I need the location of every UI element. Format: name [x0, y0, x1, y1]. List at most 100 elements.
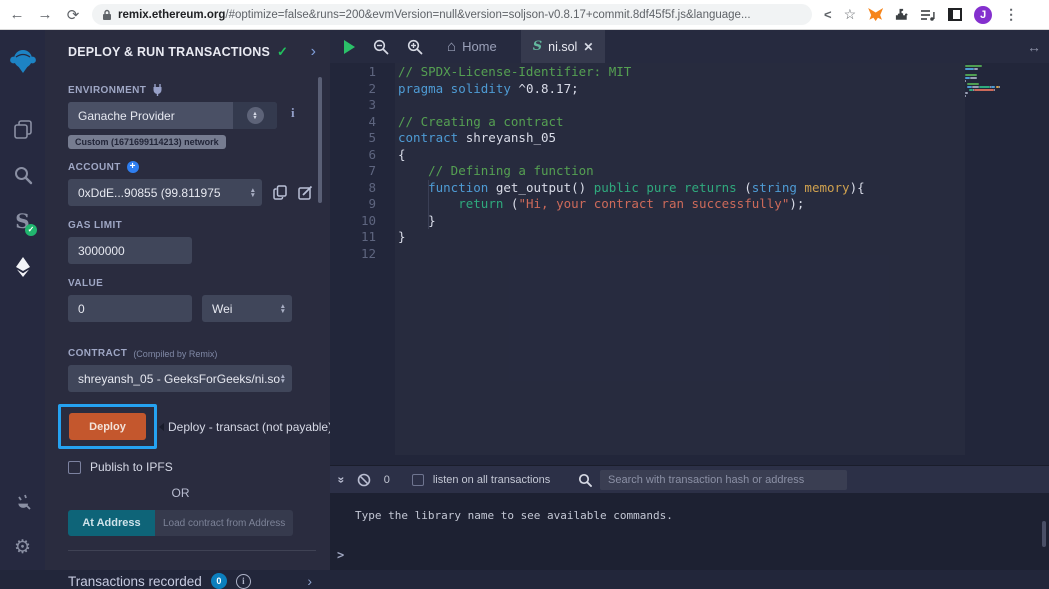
publish-ipfs-checkbox[interactable] [68, 460, 81, 474]
browser-menu-icon[interactable]: ⋮ [1004, 6, 1018, 23]
plugin-manager-icon[interactable] [0, 478, 45, 524]
terminal-message: Type the library name to see available c… [355, 509, 673, 522]
value-unit-select[interactable]: Wei ▲ ▼ [202, 295, 292, 322]
unit-stepper-icon: ▲ ▼ [279, 302, 286, 315]
terminal-scrollbar[interactable] [1042, 521, 1046, 547]
terminal-search-icon [578, 473, 592, 487]
tab-file-label: ni.sol [548, 39, 578, 54]
tab-close-icon[interactable]: ✕ [583, 40, 593, 54]
run-script-play-icon[interactable] [344, 39, 355, 54]
back-icon[interactable]: ← [8, 6, 26, 23]
code-line: 9 return ("Hi, your contract ran success… [368, 196, 805, 211]
playlist-extension-icon[interactable] [921, 9, 936, 21]
resize-horizontal-icon[interactable]: ↔ [1027, 39, 1041, 55]
at-address-input[interactable] [155, 510, 293, 536]
reload-icon[interactable]: ⟳ [64, 6, 82, 24]
terminal[interactable]: Type the library name to see available c… [330, 493, 1049, 570]
forward-icon[interactable]: → [36, 6, 54, 23]
deploy-tooltip: Deploy - transact (not payable) [168, 419, 333, 434]
remix-app: S ✓ ⚙ DEPLOY & RUN TRANSACTIONS ✓ › ENVI… [0, 30, 1049, 589]
address-bar[interactable]: remix.ethereum.org/#optimize=false&runs=… [92, 4, 812, 25]
solidity-compiler-icon[interactable]: S ✓ [0, 198, 45, 244]
at-address-button[interactable]: At Address [68, 510, 155, 536]
settings-gear-icon[interactable]: ⚙ [0, 524, 45, 570]
terminal-collapse-icon[interactable]: » [334, 476, 348, 483]
gas-limit-input[interactable] [68, 237, 192, 264]
sidebar-extension-icon[interactable] [948, 8, 963, 21]
remix-logo[interactable] [0, 38, 45, 84]
listen-transactions-label: listen on all transactions [432, 473, 551, 486]
code-line: 10 } [360, 212, 436, 228]
zoom-in-icon[interactable] [407, 39, 423, 55]
account-stepper-icon: ▲ ▼ [249, 186, 256, 199]
contract-label-row: CONTRACT (Compiled by Remix) [68, 348, 330, 359]
compile-success-check-icon: ✓ [25, 224, 37, 236]
clear-console-icon[interactable] [357, 473, 371, 487]
environment-info-icon[interactable]: i [291, 105, 295, 121]
network-badge: Custom (1671699114213) network [68, 135, 226, 149]
value-input[interactable] [68, 295, 192, 322]
tab-ni-sol[interactable]: S ni.sol ✕ [520, 30, 606, 63]
contract-value: shreyansh_05 - GeeksForGeeks/ni.so [78, 371, 280, 386]
tab-home-label: Home [462, 39, 497, 54]
environment-label-row: ENVIRONMENT [68, 84, 330, 96]
terminal-prompt: > [337, 548, 345, 562]
code-line: 1// SPDX-License-Identifier: MIT [368, 64, 632, 79]
account-select[interactable]: 0xDdE...90855 (99.811975 ▲ ▼ [68, 179, 262, 206]
listen-transactions-checkbox[interactable] [411, 473, 424, 486]
code-line: 5 contract shreyansh_05 [368, 130, 557, 145]
add-account-icon[interactable]: + [126, 161, 139, 173]
account-value: 0xDdE...90855 (99.811975 [78, 185, 221, 200]
copy-account-icon[interactable] [273, 185, 287, 200]
file-explorer-icon[interactable] [0, 106, 45, 152]
code-line: 2 pragma solidity ^0.8.17; [368, 80, 579, 96]
code-editor[interactable]: 1// SPDX-License-Identifier: MIT 2 pragma … [330, 63, 1049, 465]
editor-minimap[interactable] [965, 65, 1035, 101]
icon-rail: S ✓ ⚙ [0, 30, 45, 570]
plug-icon [152, 84, 163, 96]
url-path: /#optimize=false&runs=200&evmVersion=nul… [225, 8, 751, 21]
edit-account-icon[interactable] [298, 185, 313, 200]
code-line: 8 function get_output() public pure retu… [368, 179, 865, 195]
environment-select[interactable]: Ganache Provider ▲ ▼ [68, 102, 277, 129]
extensions-puzzle-icon[interactable] [895, 8, 909, 22]
bookmark-star-icon[interactable]: ☆ [844, 6, 857, 23]
contract-label: CONTRACT [68, 348, 128, 359]
publish-ipfs-row: Publish to IPFS [68, 460, 330, 474]
metamask-icon[interactable] [868, 8, 884, 21]
editor-tabbar: ⌂ Home S ni.sol ✕ ↔ [330, 30, 1049, 63]
deploy-highlight-box: Deploy [58, 404, 157, 449]
panel-expand-chevron-icon[interactable]: › [311, 43, 316, 61]
environment-stepper-icon[interactable]: ▲ ▼ [246, 107, 264, 124]
publish-ipfs-label: Publish to IPFS [90, 460, 173, 474]
transactions-info-icon[interactable]: i [235, 573, 251, 589]
code-line: 4// Creating a contract [368, 113, 564, 129]
url-host: remix.ethereum.org [118, 8, 226, 21]
code-lines: 1// SPDX-License-Identifier: MIT 2 pragma … [330, 63, 1049, 262]
profile-avatar[interactable]: J [974, 5, 993, 24]
transactions-count-badge: 0 [210, 573, 227, 589]
zoom-out-icon[interactable] [373, 39, 389, 55]
browser-toolbar: ← → ⟳ remix.ethereum.org/#optimize=false… [0, 0, 1049, 30]
indent-guide [428, 180, 429, 229]
transactions-expand-chevron-icon[interactable]: › [307, 573, 312, 589]
transaction-count: 0 [383, 473, 390, 486]
home-icon: ⌂ [447, 38, 457, 55]
terminal-search-input[interactable] [600, 469, 847, 490]
tooltip-arrow-icon [159, 422, 164, 431]
code-line: 7 // Defining a function [368, 163, 594, 178]
environment-value: Ganache Provider [68, 102, 233, 129]
panel-scrollbar[interactable] [318, 77, 322, 203]
share-icon[interactable]: < [824, 7, 832, 22]
search-icon[interactable] [0, 152, 45, 198]
deploy-button[interactable]: Deploy [69, 413, 146, 440]
tab-home[interactable]: ⌂ Home [435, 30, 509, 63]
code-line: 12 [360, 245, 376, 261]
deploy-run-icon[interactable] [0, 244, 45, 290]
contract-select[interactable]: shreyansh_05 - GeeksForGeeks/ni.so ▲ ▼ [68, 365, 292, 392]
at-address-row: At Address [68, 510, 330, 536]
solidity-file-icon: S [532, 39, 543, 54]
or-text: OR [171, 486, 190, 500]
transactions-label: Transactions recorded [68, 573, 202, 589]
panel-title: DEPLOY & RUN TRANSACTIONS [68, 45, 271, 59]
